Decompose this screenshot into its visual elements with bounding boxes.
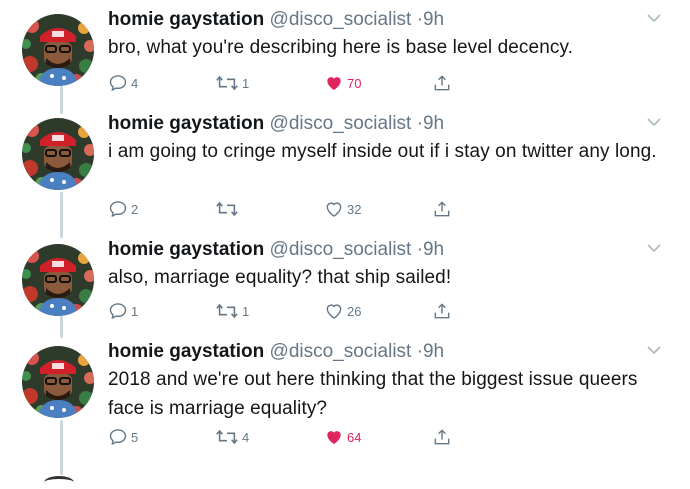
avatar-image xyxy=(22,14,94,86)
like-icon xyxy=(324,301,344,321)
tweet-actions: 1 1 26 xyxy=(108,300,508,322)
retweet-button[interactable]: 1 xyxy=(215,72,249,94)
share-button[interactable] xyxy=(432,426,452,448)
tweet-header: homie gaystation @disco_socialist ·9h xyxy=(108,112,670,136)
like-button[interactable]: 70 xyxy=(324,72,361,94)
tweet-actions: 4 1 70 xyxy=(108,72,508,94)
display-name[interactable]: homie gaystation xyxy=(108,113,264,134)
tweet-header: homie gaystation @disco_socialist ·9h xyxy=(108,340,670,364)
reply-count: 2 xyxy=(131,201,139,217)
tweet-text: i am going to cringe myself inside out i… xyxy=(108,141,657,162)
retweet-button[interactable]: 4 xyxy=(215,426,249,448)
like-count: 26 xyxy=(347,303,362,319)
display-name[interactable]: homie gaystation xyxy=(108,9,264,30)
like-icon xyxy=(324,199,344,219)
like-icon xyxy=(324,427,344,447)
reply-count: 1 xyxy=(131,303,139,319)
avatar-image xyxy=(22,118,94,190)
avatar[interactable] xyxy=(22,244,94,316)
tweet[interactable]: homie gaystation @disco_socialist ·9h br… xyxy=(0,8,690,98)
share-icon xyxy=(432,427,452,447)
tweet-content: homie gaystation @disco_socialist ·9h al… xyxy=(108,238,670,319)
timestamp[interactable]: 9h xyxy=(423,113,444,134)
like-count: 70 xyxy=(347,75,362,91)
tweet[interactable]: homie gaystation @disco_socialist ·9h 20… xyxy=(0,340,690,452)
tweet-text: also, marriage equality? that ship saile… xyxy=(108,267,452,288)
like-count: 32 xyxy=(347,201,362,217)
reply-button[interactable]: 2 xyxy=(108,198,138,220)
avatar-image xyxy=(22,244,94,316)
tweet-actions: 5 4 64 xyxy=(108,426,508,448)
share-button[interactable] xyxy=(432,300,452,322)
like-button[interactable]: 32 xyxy=(324,198,361,220)
share-icon xyxy=(432,73,452,93)
reply-icon xyxy=(108,199,128,219)
timestamp[interactable]: 9h xyxy=(423,239,444,260)
tweet-header: homie gaystation @disco_socialist ·9h xyxy=(108,8,670,32)
retweet-count: 1 xyxy=(242,303,250,319)
share-button[interactable] xyxy=(432,198,452,220)
like-count: 64 xyxy=(347,429,362,445)
reply-count: 4 xyxy=(131,75,139,91)
avatar[interactable] xyxy=(22,118,94,190)
user-handle[interactable]: @disco_socialist xyxy=(270,341,412,362)
timestamp[interactable]: 9h xyxy=(423,341,444,362)
reply-icon xyxy=(108,427,128,447)
tweet-actions: 2 32 xyxy=(108,198,508,220)
tweet-header: homie gaystation @disco_socialist ·9h xyxy=(108,238,670,262)
display-name[interactable]: homie gaystation xyxy=(108,239,264,260)
display-name[interactable]: homie gaystation xyxy=(108,341,264,362)
tweet-content: homie gaystation @disco_socialist ·9h br… xyxy=(108,8,670,91)
chevron-down-icon[interactable] xyxy=(646,114,662,132)
share-button[interactable] xyxy=(432,72,452,94)
reply-button[interactable]: 1 xyxy=(108,300,138,322)
like-button[interactable]: 26 xyxy=(324,300,361,322)
retweet-count: 4 xyxy=(242,429,250,445)
tweet[interactable]: homie gaystation @disco_socialist ·9h i … xyxy=(0,112,690,224)
retweet-icon xyxy=(215,73,239,93)
reply-count: 5 xyxy=(131,429,139,445)
timestamp[interactable]: 9h xyxy=(423,9,444,30)
like-button[interactable]: 64 xyxy=(324,426,361,448)
tweet[interactable]: homie gaystation @disco_socialist ·9h al… xyxy=(0,238,690,326)
retweet-button[interactable] xyxy=(215,198,242,220)
tweet-content: homie gaystation @disco_socialist ·9h i … xyxy=(108,112,670,217)
retweet-button[interactable]: 1 xyxy=(215,300,249,322)
chevron-down-icon[interactable] xyxy=(646,342,662,360)
tweet-text: 2018 and we're out here thinking that th… xyxy=(108,369,638,419)
reply-icon xyxy=(108,73,128,93)
retweet-icon xyxy=(215,427,239,447)
avatar[interactable] xyxy=(22,14,94,86)
share-icon xyxy=(432,301,452,321)
avatar-partial xyxy=(44,476,74,489)
reply-button[interactable]: 5 xyxy=(108,426,138,448)
retweet-icon xyxy=(215,301,239,321)
avatar-image xyxy=(22,346,94,418)
reply-icon xyxy=(108,301,128,321)
user-handle[interactable]: @disco_socialist xyxy=(270,9,412,30)
tweet-content: homie gaystation @disco_socialist ·9h 20… xyxy=(108,340,670,445)
chevron-down-icon[interactable] xyxy=(646,240,662,258)
share-icon xyxy=(432,199,452,219)
user-handle[interactable]: @disco_socialist xyxy=(270,113,412,134)
retweet-icon xyxy=(215,199,239,219)
retweet-count: 1 xyxy=(242,75,250,91)
avatar[interactable] xyxy=(22,346,94,418)
like-icon xyxy=(324,73,344,93)
chevron-down-icon[interactable] xyxy=(646,10,662,28)
tweet-text: bro, what you're describing here is base… xyxy=(108,37,574,58)
reply-button[interactable]: 4 xyxy=(108,72,138,94)
user-handle[interactable]: @disco_socialist xyxy=(270,239,412,260)
